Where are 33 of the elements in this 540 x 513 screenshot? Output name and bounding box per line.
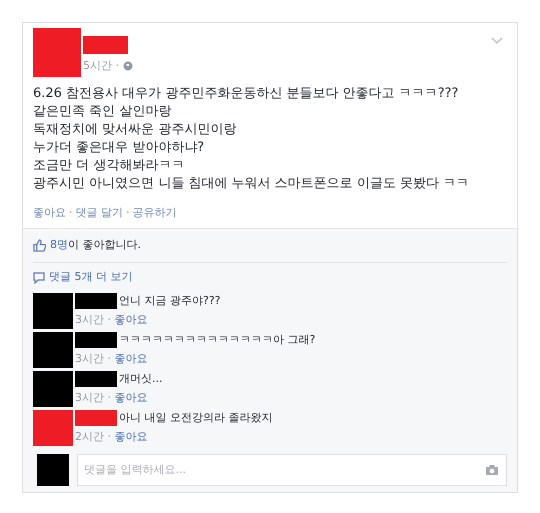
- globe-icon: [122, 61, 132, 72]
- comment-input-field[interactable]: 댓글을 입력하세요...: [77, 454, 507, 486]
- post-text-line: 누가더 좋은대우 받아야하냐?: [33, 139, 206, 157]
- comment-like-link[interactable]: 좋아요: [114, 429, 148, 446]
- comment-time: 2시간 ·: [75, 429, 112, 445]
- post-action-link[interactable]: 댓글 달기: [76, 205, 123, 222]
- comment-like-link[interactable]: 좋아요: [114, 390, 148, 406]
- post-action-link[interactable]: 좋아요: [33, 205, 66, 222]
- chevron-down-icon[interactable]: [491, 37, 503, 45]
- thumbs-up-icon: [33, 238, 46, 252]
- camera-icon[interactable]: [485, 464, 499, 476]
- post-text-line: 독재정치에 맞서싸운 광주시민이랑: [33, 121, 238, 139]
- post-time: 5시간 ·: [83, 58, 120, 74]
- more-comments-link[interactable]: 댓글 5개 더 보기: [49, 269, 132, 286]
- comment-like-link[interactable]: 좋아요: [114, 312, 148, 328]
- comment-text: ㅋㅋㅋㅋㅋㅋㅋㅋㅋㅋㅋㅋㅋㅋ아 그래?: [119, 332, 316, 348]
- comment-text: 개머싯...: [119, 370, 162, 386]
- comment-time: 3시간 ·: [75, 390, 112, 406]
- speech-bubble-icon: [33, 272, 45, 284]
- comment-text: 아니 내일 오전강의라 졸라왔지: [119, 410, 272, 426]
- likes-summary: 8명 이 좋아합니다.: [50, 236, 141, 253]
- post-text-line: 조금만 더 생각해봐라ㅋㅋ: [33, 157, 186, 175]
- post-text-line: 같은민족 죽인 살인마랑: [33, 103, 172, 121]
- post-text-line: 6.26 참전용사 대우가 광주민주화운동하신 분들보다 안좋다고 ㅋㅋㅋ???: [33, 85, 460, 103]
- comment-time: 3시간 ·: [75, 351, 112, 367]
- post-action-link[interactable]: 공유하기: [132, 205, 176, 222]
- avatar: [37, 454, 69, 486]
- separator-dot: ·: [69, 205, 72, 221]
- comment-time: 3시간 ·: [75, 312, 112, 328]
- post-text-line: 광주시민 아니였으면 니들 침대에 누워서 스마트폰으로 이글도 못봤다 ㅋㅋ: [33, 175, 470, 193]
- comment-text: 언니 지금 광주야???: [119, 292, 221, 308]
- comment-like-link[interactable]: 좋아요: [114, 351, 148, 368]
- separator-dot: ·: [126, 205, 130, 221]
